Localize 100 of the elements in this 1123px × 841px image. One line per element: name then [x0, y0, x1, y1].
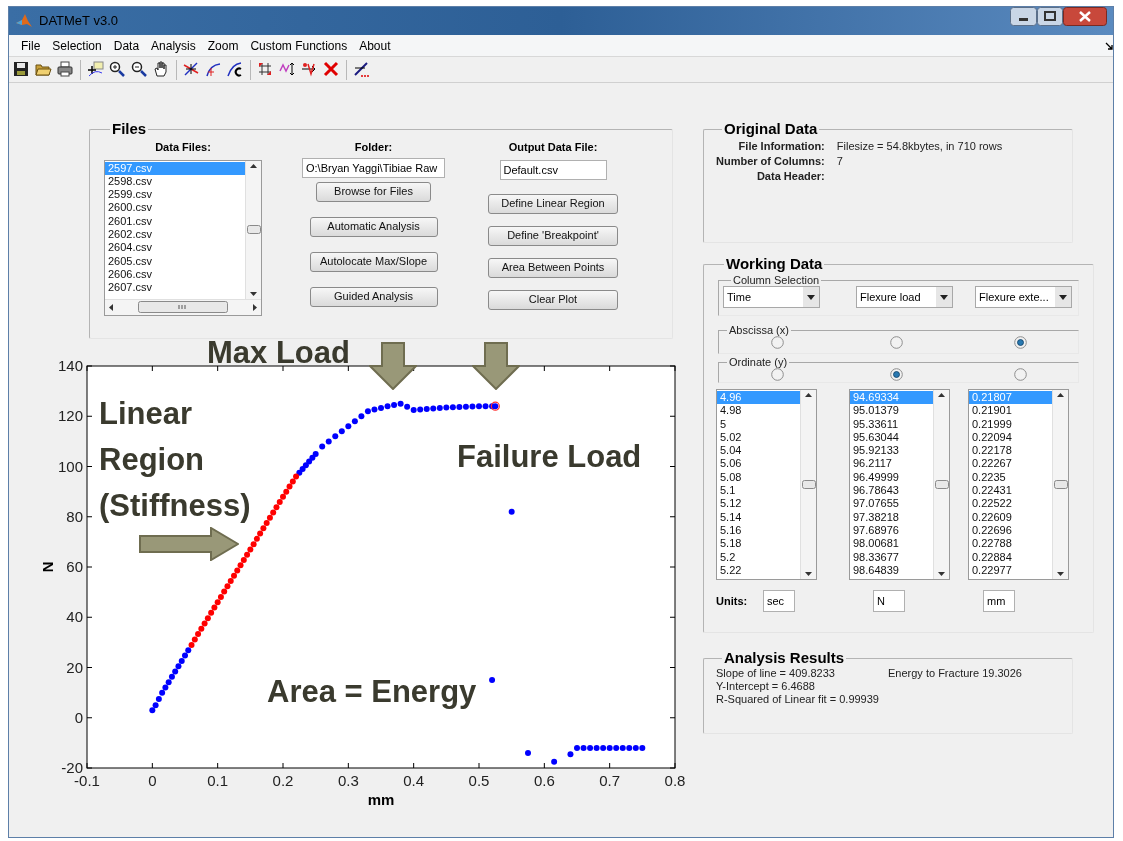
scroll-right-icon[interactable] — [253, 303, 257, 311]
list-item[interactable]: 2607.csv — [105, 281, 245, 295]
menu-item[interactable]: Selection — [46, 36, 108, 55]
open-folder-icon[interactable] — [35, 61, 52, 78]
vertical-scrollbar[interactable] — [1052, 390, 1068, 579]
list-item[interactable]: 2602.csv — [105, 228, 245, 242]
list-item[interactable]: 96.78643 — [850, 484, 933, 498]
push-button[interactable]: Define Linear Region — [488, 193, 618, 214]
push-button[interactable]: Browse for Files — [316, 181, 431, 202]
radio-button[interactable] — [771, 336, 784, 349]
list-item[interactable]: 0.22522 — [969, 497, 1052, 511]
list-item[interactable]: 5.18 — [717, 537, 800, 551]
list-item[interactable]: 2598.csv — [105, 174, 245, 189]
data-cursor-icon[interactable] — [87, 61, 104, 78]
unit-field[interactable]: sec — [763, 590, 795, 612]
save-icon[interactable] — [13, 61, 30, 78]
unit-field[interactable]: mm — [983, 590, 1015, 612]
dropdown[interactable]: Flexure load — [856, 286, 953, 308]
list-item[interactable]: 95.63044 — [850, 430, 933, 445]
value-list[interactable]: 94.69334 95.01379 95.33611 95.63044 95.92133 96.2117 96.49999 96.78643 97.07655 97.38218 97.68976 98.00681 98.33677 98.64839 — [849, 389, 950, 580]
list-item[interactable]: 2599.csv — [105, 188, 245, 202]
value-list[interactable]: 0.21807 0.21901 0.21999 0.22094 0.22178 0.22267 0.2235 0.22431 0.22522 0.22609 0.22696 0.22788 0.22884 0.22977 — [968, 389, 1069, 580]
value-list[interactable]: 4.96 4.98 5 5.02 5.04 5.06 5.08 5.1 5.12 5.14 5.16 5.18 5.2 5.22 — [716, 389, 817, 580]
list-item[interactable]: 5.06 — [717, 457, 800, 471]
list-item[interactable]: 96.49999 — [850, 470, 933, 485]
list-item[interactable]: 97.68976 — [850, 523, 933, 538]
scroll-thumb-icon[interactable] — [1053, 480, 1068, 489]
list-item[interactable]: 0.22178 — [969, 444, 1052, 458]
horizontal-scrollbar[interactable] — [105, 298, 261, 315]
list-item[interactable]: 98.64839 — [850, 563, 933, 578]
scroll-down-icon[interactable] — [250, 291, 257, 296]
list-item[interactable]: 0.21999 — [969, 417, 1052, 431]
delete-icon[interactable] — [323, 61, 340, 78]
menu-item[interactable]: About — [353, 36, 397, 55]
list-item[interactable]: 2605.csv — [105, 254, 245, 268]
list-item[interactable]: 95.33611 — [850, 417, 933, 431]
push-button[interactable]: Autolocate Max/Slope — [309, 251, 438, 272]
scroll-thumb-icon[interactable] — [246, 225, 261, 234]
radio-button[interactable] — [771, 368, 784, 381]
line-cross-icon[interactable] — [183, 61, 200, 78]
list-item[interactable]: 5.12 — [717, 497, 800, 511]
scroll-up-icon[interactable] — [250, 163, 257, 168]
list-item[interactable]: 0.22431 — [969, 484, 1052, 498]
push-button[interactable]: Guided Analysis — [309, 286, 438, 307]
unit-field[interactable]: N — [873, 590, 905, 612]
menu-item[interactable]: Custom Functions — [244, 36, 354, 55]
scroll-down-icon[interactable] — [1057, 572, 1064, 576]
slope-line-icon[interactable] — [353, 61, 370, 78]
list-item[interactable]: 5.08 — [717, 470, 800, 485]
list-item[interactable]: 0.22696 — [969, 523, 1052, 538]
list-item[interactable]: 2604.csv — [105, 241, 245, 255]
scroll-up-icon[interactable] — [805, 393, 812, 397]
list-item[interactable]: 0.22977 — [969, 563, 1052, 578]
menu-item[interactable]: Analysis — [145, 36, 202, 55]
list-item[interactable]: 98.33677 — [850, 550, 933, 564]
list-item[interactable]: 0.22267 — [969, 457, 1052, 471]
scroll-down-icon[interactable] — [938, 572, 945, 576]
minimize-button[interactable] — [1010, 7, 1037, 26]
dropdown[interactable]: Time — [723, 286, 820, 308]
list-item[interactable]: 5.14 — [717, 510, 800, 524]
output-file-field[interactable]: Default.csv — [499, 159, 607, 180]
scroll-thumb-icon[interactable] — [801, 480, 816, 489]
radio-button-selected[interactable] — [890, 368, 903, 381]
list-item[interactable]: 97.38218 — [850, 510, 933, 524]
vertical-scrollbar[interactable] — [800, 390, 816, 579]
scroll-down-icon[interactable] — [805, 572, 812, 576]
maximize-button[interactable] — [1037, 7, 1063, 26]
curve-c-icon[interactable] — [227, 61, 244, 78]
list-item[interactable]: 5.2 — [717, 550, 800, 564]
list-item[interactable]: 2606.csv — [105, 267, 245, 282]
list-item[interactable]: 5.22 — [717, 563, 800, 578]
push-button[interactable]: Area Between Points — [488, 257, 618, 278]
list-item[interactable]: 5.1 — [717, 484, 800, 498]
menu-item[interactable]: Zoom — [201, 36, 245, 55]
dropdown[interactable]: Flexure exte... — [975, 286, 1072, 308]
pan-hand-icon[interactable] — [153, 61, 170, 78]
wave-arrows-icon[interactable] — [279, 61, 296, 78]
list-item[interactable]: 95.92133 — [850, 444, 933, 458]
list-item[interactable]: 95.01379 — [850, 404, 933, 418]
zoom-in-icon[interactable] — [109, 61, 126, 78]
push-button[interactable]: Automatic Analysis — [309, 216, 438, 237]
arrows-grid-icon[interactable] — [257, 61, 274, 78]
scroll-up-icon[interactable] — [1057, 393, 1064, 397]
wave-marker-icon[interactable] — [301, 61, 318, 78]
list-item[interactable]: 5.16 — [717, 523, 800, 538]
list-item[interactable]: 0.21901 — [969, 404, 1052, 418]
scroll-left-icon[interactable] — [109, 303, 113, 311]
list-item[interactable]: 2600.csv — [105, 201, 245, 215]
list-item[interactable]: 97.07655 — [850, 497, 933, 511]
folder-field[interactable]: O:\Bryan Yaggi\Tibiae Raw — [302, 157, 445, 178]
list-item[interactable]: 5.04 — [717, 444, 800, 458]
list-item[interactable]: 0.22609 — [969, 510, 1052, 524]
vertical-scrollbar[interactable] — [245, 160, 261, 299]
scroll-thumb-icon[interactable] — [138, 301, 228, 313]
list-item[interactable]: 2601.csv — [105, 214, 245, 228]
zoom-out-icon[interactable] — [131, 61, 148, 78]
radio-button[interactable] — [890, 336, 903, 349]
vertical-scrollbar[interactable] — [933, 390, 949, 579]
list-item[interactable]: 98.00681 — [850, 537, 933, 551]
file-list[interactable]: 2597.csv 2598.csv 2599.csv 2600.csv 2601.csv 2602.csv 2604.csv 2605.csv 2606.csv 2607.csv — [104, 159, 262, 316]
